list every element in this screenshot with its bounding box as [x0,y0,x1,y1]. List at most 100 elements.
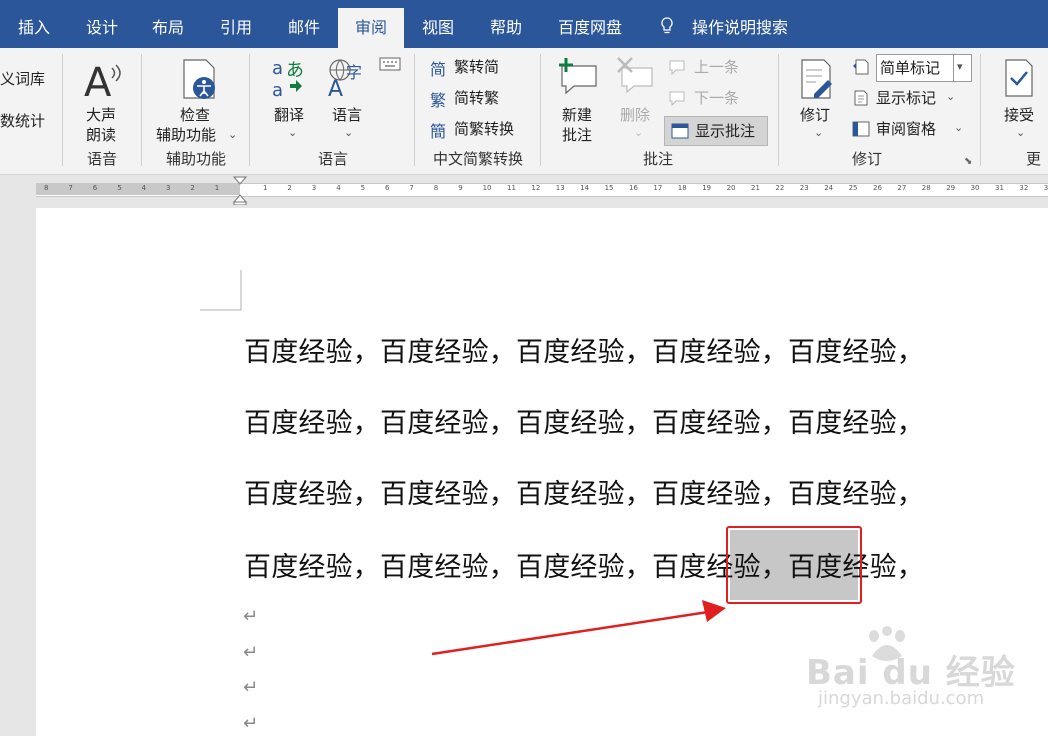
simplified-to-traditional-button[interactable]: 繁 简转繁 [430,87,530,111]
delete-comment-button[interactable]: 删除 ⌄ [610,50,662,146]
ruler-tick-label: 9 [458,184,463,192]
keyboard-icon[interactable] [379,56,401,72]
ruler-tick-label: 1 [263,184,268,192]
new-comment-icon [559,58,597,95]
display-for-review-value: 简单标记 [880,59,941,77]
ruler-tick-label: 28 [921,184,931,192]
next-comment-button[interactable]: 下一条 [668,87,758,111]
tab-references[interactable]: 引用 [212,0,260,48]
ruler-tick-label: 3 [311,184,317,192]
ruler-tick-label: 32 [1019,184,1029,192]
dropdown-arrow-icon: ▾ [957,60,963,73]
accept-icon [1005,59,1033,97]
ruler-tick-label: 11 [507,184,516,192]
tab-view[interactable]: 视图 [414,0,462,48]
svg-text:A: A [328,77,343,98]
display-for-review-icon [853,59,869,75]
check-accessibility-button[interactable]: 检查 辅助功能 ⌄ [150,50,242,146]
chevron-down-icon: ⌄ [344,126,354,139]
ruler-tick-label: 3 [166,184,171,192]
tab-review[interactable]: 审阅 [338,8,404,48]
tab-layout[interactable]: 布局 [144,0,192,48]
horizontal-ruler[interactable]: 8 7 6 5 4 3 2 1 1 2 3 4 5 6 7 8 9 10 11 12 13 14 15 16 17 18 19 20 2… [0,175,1048,205]
document-line[interactable]: 百度经验，百度经验，百度经验，百度经验，百度经验， [244,472,924,511]
language-button[interactable]: A 字 语言 ⌄ [322,50,378,146]
ruler-tick-label: 23 [799,184,809,192]
watermark-brand: Bai du 经验 [806,653,1016,693]
document-line[interactable]: 百度经验，百度经验，百度经验，百度经验，百度经验， [244,330,924,369]
annotation-arrow [431,600,726,656]
delete-comment-icon [617,57,653,94]
check-label-1: 检查 [180,106,211,124]
ruler-tick-label: 33 [1043,184,1048,192]
group-label-accessibility: 辅助功能 [165,150,226,168]
delete-comment-label: 删除 [620,106,651,124]
show-comments-button[interactable]: 显示批注 [664,116,768,146]
accept-button[interactable]: 接受 ⌄ [994,50,1048,146]
new-comment-button[interactable]: 新建 批注 [550,50,608,146]
tab-baidu-netdisk[interactable]: 百度网盘 [550,0,630,48]
next-comment-icon [669,91,685,107]
simplified-to-traditional-icon: 繁 [430,91,447,110]
document-line[interactable]: 百度经验，百度经验，百度经验，百度经验，百度经验， [244,401,924,440]
traditional-to-simplified-button[interactable]: 简 繁转简 [430,56,530,80]
track-changes-label: 修订 [800,106,831,124]
ruler-tick-label: 21 [751,184,760,192]
check-label-2: 辅助功能 [156,126,217,144]
tab-mailings[interactable]: 邮件 [280,0,328,48]
chevron-down-icon: ⌄ [1016,126,1026,139]
track-changes-button[interactable]: 修订 ⌄ [792,50,842,146]
translate-button[interactable]: a あ a 翻译 ⌄ [262,50,320,146]
ruler-tick-label: 4 [336,184,341,192]
svg-text:A: A [84,60,112,102]
reviewing-pane-label: 审阅窗格 [876,120,937,138]
separator [62,54,63,166]
separator [540,54,541,166]
ruler-tick-label: 4 [141,184,147,192]
reviewing-pane-button[interactable]: 审阅窗格 ⌄ [852,118,968,142]
ruler-tick-label: 29 [946,184,956,192]
language-label: 语言 [332,106,363,124]
ruler-tick-label: 16 [629,184,638,192]
ruler-tick-label: 25 [848,184,858,192]
next-comment-label: 下一条 [694,89,740,107]
show-markup-button[interactable]: 显示标记 ⌄ [852,87,962,111]
ruler-tick-label: 27 [897,184,907,192]
chevron-down-icon: ⌄ [946,90,956,103]
dialog-launcher-icon[interactable]: ⬊ [964,156,972,167]
paragraph-mark: ↵ [243,677,259,698]
word-count-button[interactable]: 数统计 [0,110,45,132]
separator [249,54,250,166]
tab-help[interactable]: 帮助 [482,0,530,48]
group-label-language: 语言 [317,150,348,168]
ruler-tick-label: 2 [287,184,292,192]
paragraph-mark: ↵ [243,606,259,627]
svg-text:字: 字 [346,63,362,82]
show-comments-label: 显示批注 [695,122,756,140]
ruler-tick-label: 31 [995,184,1004,192]
ruler-tick-label: 18 [677,184,687,192]
reviewing-pane-icon [852,121,870,137]
indent-marker-icon[interactable] [233,175,247,205]
simplified-to-traditional-label: 简转繁 [454,89,500,107]
ruler-tick-label: 30 [970,184,980,192]
group-label-tracking: 修订 [851,150,882,168]
dropdown-divider [953,55,954,81]
chevron-down-icon: ⌄ [634,126,644,139]
chinese-conversion-button[interactable]: 簡 简繁转换 [430,118,530,142]
ruler-tick-label: 5 [117,184,122,192]
previous-comment-button[interactable]: 上一条 [668,56,758,80]
paragraph-mark: ↵ [243,642,259,663]
read-aloud-button[interactable]: A 大声 朗读 [70,50,140,146]
tab-design[interactable]: 设计 [78,0,126,48]
tab-insert[interactable]: 插入 [10,0,58,48]
display-for-review-dropdown[interactable]: 简单标记 ▾ [876,54,972,82]
ruler-tick-label: 20 [726,184,736,192]
previous-comment-icon [669,60,685,76]
tell-me-search[interactable]: 操作说明搜索 [692,0,802,48]
thesaurus-button[interactable]: 义词库 [0,68,45,90]
group-label-chinese-conversion: 中文简繁转换 [432,150,523,168]
ruler-tick-label: 14 [580,184,590,192]
margin-corner-mark [200,270,242,311]
group-label-changes: 更 [1026,150,1042,168]
